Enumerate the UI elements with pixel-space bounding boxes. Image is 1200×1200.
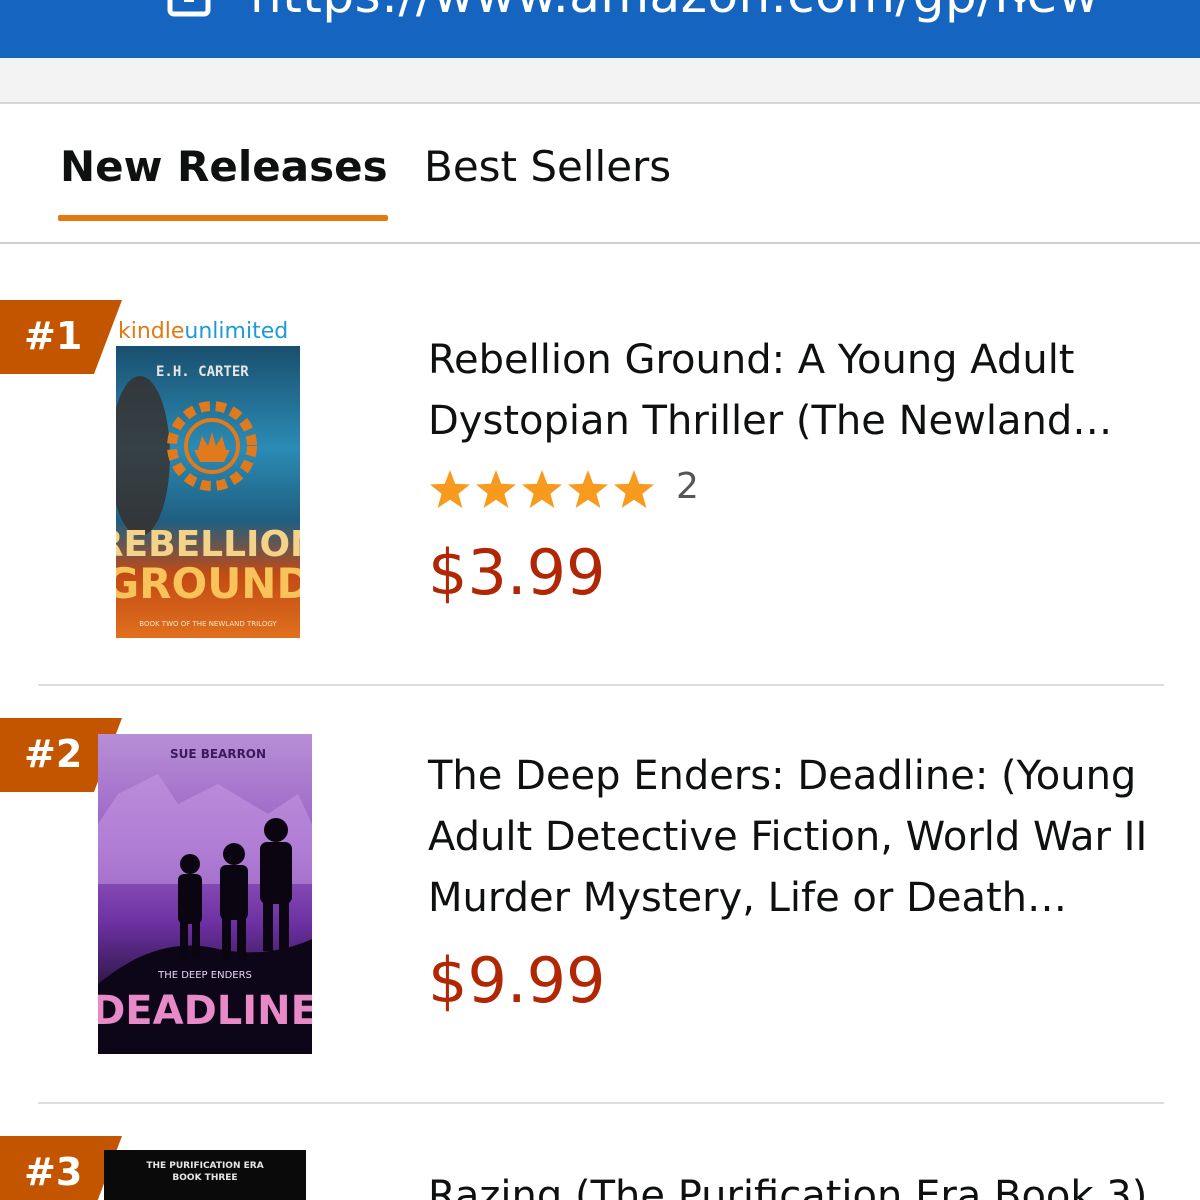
svg-text:SUE BEARRON: SUE BEARRON <box>170 747 266 761</box>
book-cover[interactable]: kindleunlimited E.H. CARTER REBELLION GR… <box>116 316 300 638</box>
tab-label: New Releases <box>60 142 388 191</box>
price: $3.99 <box>428 536 606 609</box>
svg-text:BOOK TWO OF THE NEWLAND TRILOG: BOOK TWO OF THE NEWLAND TRILOGY <box>139 620 277 628</box>
rank-badge: #1 <box>0 300 122 374</box>
divider <box>38 1102 1164 1104</box>
svg-text:GROUND: GROUND <box>116 559 300 608</box>
lock-icon <box>167 0 211 17</box>
tab-new-releases[interactable]: New Releases <box>58 142 388 221</box>
active-tab-indicator <box>58 215 388 221</box>
price: $9.99 <box>428 944 606 1017</box>
list-item[interactable]: #1 kindleunlimited E.H. CARTER EBELLIO G… <box>0 300 1200 686</box>
svg-text:THE PURIFICATION ERA: THE PURIFICATION ERA <box>146 1161 263 1171</box>
divider <box>38 684 1164 686</box>
kindle-unlimited-logo: kindleunlimited <box>118 319 288 344</box>
cover-art: SUE BEARRON THE DEEP ENDERS DEADLINE <box>98 734 312 1054</box>
toolbar-shadow <box>0 58 1200 104</box>
tab-best-sellers[interactable]: Best Sellers <box>424 142 671 191</box>
product-title[interactable]: Rebellion Ground: A Young Adult Dystopia… <box>428 330 1168 452</box>
close-icon[interactable] <box>62 0 122 18</box>
svg-text:E.H. CARTER: E.H. CARTER <box>156 364 249 380</box>
more-options-icon[interactable] <box>1096 0 1116 20</box>
url-bar[interactable]: https://www.amazon.com/gp/new <box>250 0 1099 24</box>
browser-toolbar: https://www.amazon.com/gp/new <box>0 0 1200 58</box>
list-item[interactable]: #2 SUE BEARRON THE DEEP ENDERS DEADLINE … <box>0 718 1200 1102</box>
product-title[interactable]: The Deep Enders: Deadline: (Young Adult … <box>428 746 1168 929</box>
share-icon[interactable] <box>990 0 1030 16</box>
cover-art: kindleunlimited E.H. CARTER REBELLION GR… <box>116 316 300 638</box>
rating-stars <box>430 470 654 508</box>
cover-art: THE PURIFICATION ERA BOOK THREE <box>146 1161 263 1183</box>
product-title[interactable]: Razing (The Purification Era Book 3) <box>428 1166 1168 1200</box>
rating-count: 2 <box>676 466 699 507</box>
list-item[interactable]: #3 THE PURIFICATION ERA BOOK THREE Razin… <box>0 1136 1200 1200</box>
book-cover[interactable]: THE PURIFICATION ERA BOOK THREE <box>104 1150 306 1200</box>
svg-text:DEADLINE: DEADLINE <box>98 988 312 1034</box>
tab-label: Best Sellers <box>424 142 672 191</box>
svg-text:THE DEEP ENDERS: THE DEEP ENDERS <box>157 970 252 981</box>
book-cover[interactable]: SUE BEARRON THE DEEP ENDERS DEADLINE <box>98 734 312 1054</box>
svg-text:BOOK THREE: BOOK THREE <box>172 1173 237 1183</box>
list-tabs: New Releases Best Sellers <box>0 104 1200 244</box>
